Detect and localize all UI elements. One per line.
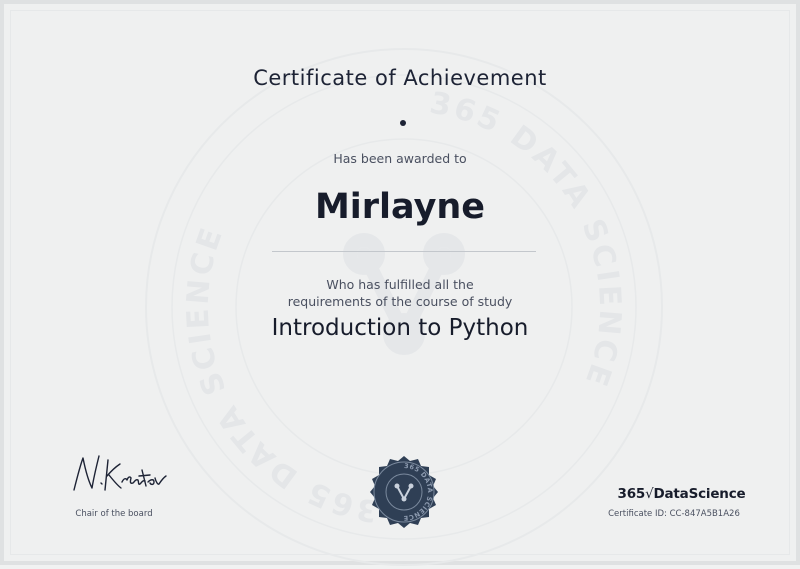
certificate-id: Certificate ID: CC-847A5B1A26 — [608, 509, 740, 519]
signature-image — [73, 455, 167, 491]
recipient-name: Mirlayne — [314, 187, 486, 227]
fulfilled-line-2: requirements of the course of study — [287, 294, 513, 309]
title-dot — [400, 120, 406, 126]
brand-prefix: 365 — [617, 486, 646, 502]
signature-role: Chair of the board — [75, 509, 153, 519]
name-divider — [272, 251, 536, 252]
fulfilled-text: Who has fulfilled all the requirements o… — [4, 276, 796, 310]
course-name: Introduction to Python — [271, 315, 529, 341]
certificate-title: Certificate of Achievement — [253, 66, 547, 90]
awarded-text: Has been awarded to — [333, 151, 467, 166]
brand-logo: 365√DataScience — [604, 486, 759, 502]
brand-name: DataScience — [653, 486, 746, 502]
brand-check-icon: √ — [645, 486, 654, 502]
seal-icon: 365 DATA SCIENCE — [370, 456, 438, 528]
certificate: 365 DATA SCIENCE 365 DATA SCIENCE Certif… — [0, 0, 800, 566]
fulfilled-line-1: Who has fulfilled all the — [326, 277, 474, 292]
